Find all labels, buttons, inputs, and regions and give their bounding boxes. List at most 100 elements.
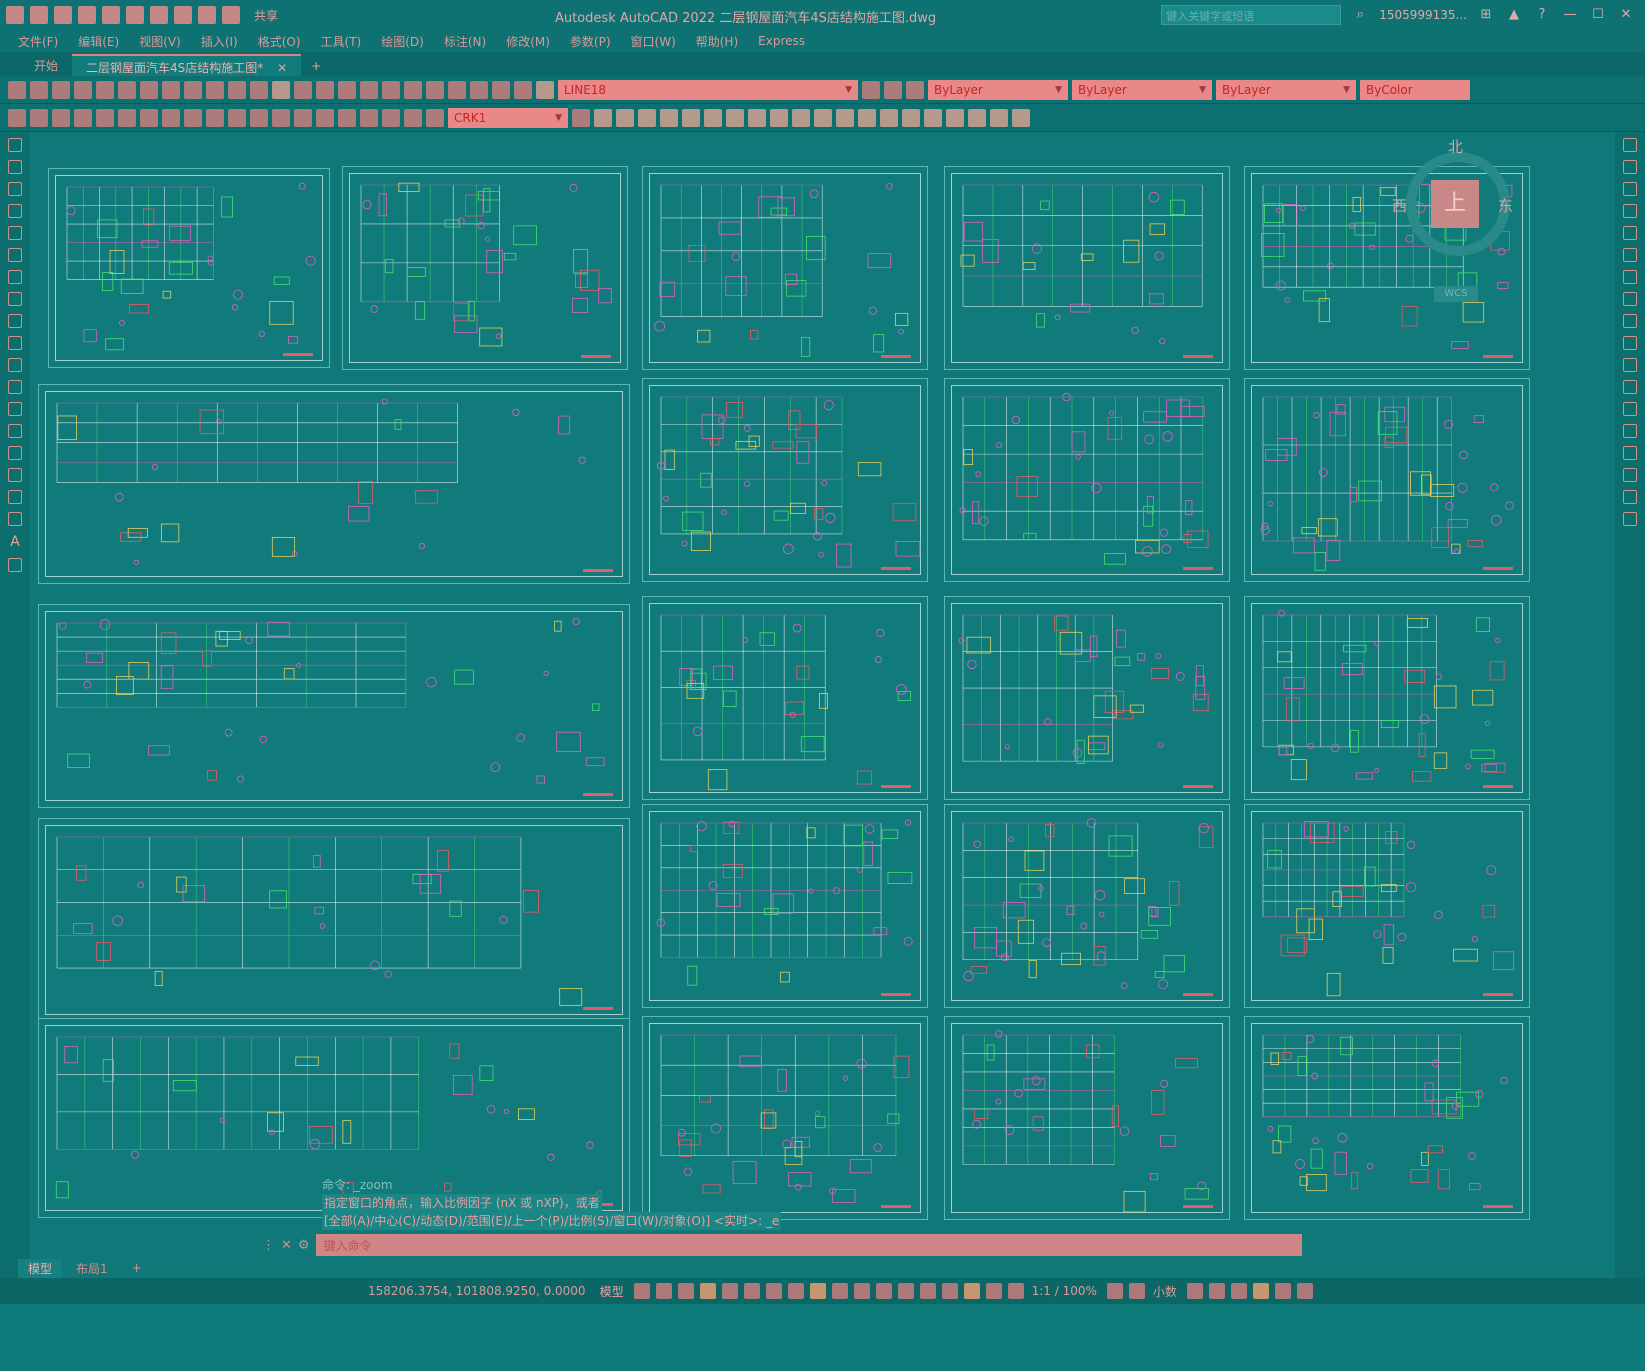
dim-style-icon[interactable] [572, 108, 590, 127]
copy-icon[interactable] [162, 80, 180, 99]
menu-modify[interactable]: 修改(M) [506, 33, 550, 50]
menu-tools[interactable]: 工具(T) [321, 33, 362, 50]
layer-properties-icon[interactable] [514, 80, 532, 99]
make-block-icon[interactable] [8, 402, 22, 416]
redo-toolbar-icon[interactable] [250, 80, 268, 99]
block-insert-icon[interactable] [836, 108, 854, 127]
menu-parametric[interactable]: 参数(P) [570, 33, 611, 50]
open-from-web-icon[interactable] [126, 6, 144, 24]
insert-block-icon[interactable] [8, 380, 22, 394]
polygon-icon[interactable] [8, 204, 22, 218]
fillet-icon[interactable] [1623, 468, 1637, 482]
polyline-icon[interactable] [8, 182, 22, 196]
view-bottom-icon[interactable] [638, 108, 656, 127]
dim-style-dropdown[interactable]: CRK1 ▼ [448, 107, 568, 128]
dim-ordinate-icon[interactable] [74, 108, 92, 127]
chamfer-icon[interactable] [1623, 446, 1637, 460]
quick-dim-icon[interactable] [184, 108, 202, 127]
viewcube[interactable]: 北 西 东 上 WCS [1392, 138, 1518, 302]
units-readout[interactable]: 小数 [1153, 1283, 1177, 1300]
menu-view[interactable]: 视图(V) [139, 33, 181, 50]
spline-icon[interactable] [8, 314, 22, 328]
markup-icon[interactable] [448, 80, 466, 99]
dim-arc-icon[interactable] [52, 108, 70, 127]
scale-icon[interactable] [1623, 292, 1637, 306]
tab-close-icon[interactable]: ✕ [277, 61, 287, 75]
layer-state-icon[interactable] [536, 80, 554, 99]
circle-icon[interactable] [8, 270, 22, 284]
menu-edit[interactable]: 编辑(E) [78, 33, 119, 50]
drawing-sheet-20[interactable] [944, 1016, 1230, 1220]
center-mark-icon[interactable] [316, 108, 334, 127]
annotation-monitor-icon[interactable] [1128, 1283, 1145, 1299]
add-selected-icon[interactable] [8, 558, 22, 572]
autodesk-app-icon[interactable]: ▲ [1505, 6, 1523, 24]
xref-icon[interactable] [880, 108, 898, 127]
drawing-sheet-2[interactable] [342, 166, 628, 370]
extend-icon[interactable] [1623, 358, 1637, 372]
drawing-sheet-9[interactable] [1244, 378, 1530, 582]
cart-icon[interactable]: ⊞ [1477, 6, 1495, 24]
dim-break-icon[interactable] [272, 108, 290, 127]
drawing-sheet-8[interactable] [944, 378, 1230, 582]
tab-layout1[interactable]: 布局1 [66, 1259, 118, 1278]
move-icon[interactable] [1623, 248, 1637, 262]
zoom-previous-icon[interactable] [338, 80, 356, 99]
array-icon[interactable] [1623, 226, 1637, 240]
publish-icon[interactable] [118, 80, 136, 99]
drawing-sheet-14[interactable] [38, 818, 630, 1022]
menu-window[interactable]: 窗口(W) [631, 33, 676, 50]
menu-format[interactable]: 格式(O) [258, 33, 301, 50]
ucs-icon[interactable] [946, 108, 964, 127]
annotation-visibility-icon[interactable] [985, 1283, 1002, 1299]
view-left-icon[interactable] [660, 108, 678, 127]
3d-object-snap-icon[interactable] [897, 1283, 914, 1299]
grid-icon[interactable] [633, 1283, 650, 1299]
view-right-icon[interactable] [682, 108, 700, 127]
view-back-icon[interactable] [726, 108, 744, 127]
menu-help[interactable]: 帮助(H) [696, 33, 738, 50]
save-icon[interactable] [78, 6, 96, 24]
design-center-icon[interactable] [382, 80, 400, 99]
inspection-icon[interactable] [338, 108, 356, 127]
drawing-sheet-6[interactable] [38, 384, 630, 584]
stretch-icon[interactable] [1623, 314, 1637, 328]
dim-space-icon[interactable] [250, 108, 268, 127]
dim-radius-icon[interactable] [96, 108, 114, 127]
drawing-sheet-11[interactable] [642, 596, 928, 800]
help-search-input[interactable]: 键入关键字或短语 [1161, 5, 1342, 25]
add-layout-button[interactable]: + [122, 1260, 152, 1276]
clean-screen-icon[interactable] [1274, 1283, 1291, 1299]
snap-icon[interactable] [655, 1283, 672, 1299]
blend-curves-icon[interactable] [1623, 490, 1637, 504]
pan-icon[interactable] [272, 80, 290, 99]
save-toolbar-icon[interactable] [52, 80, 70, 99]
new-tab-button[interactable]: + [301, 56, 331, 76]
paste-icon[interactable] [184, 80, 202, 99]
erase-icon[interactable] [1623, 138, 1637, 152]
view-front-icon[interactable] [704, 108, 722, 127]
dim-linear-icon[interactable] [8, 108, 26, 127]
break-icon[interactable] [1623, 402, 1637, 416]
auto-scale-icon[interactable] [1007, 1283, 1024, 1299]
view-ne-iso-icon[interactable] [792, 108, 810, 127]
zoom-realtime-icon[interactable] [294, 80, 312, 99]
menu-insert[interactable]: 插入(I) [201, 33, 238, 50]
hardware-acceleration-icon[interactable] [1252, 1283, 1269, 1299]
ellipse-icon[interactable] [8, 336, 22, 350]
drawing-sheet-17[interactable] [1244, 804, 1530, 1008]
tolerance-icon[interactable] [294, 108, 312, 127]
layer-isolate-icon[interactable] [906, 80, 924, 99]
drawing-sheet-21[interactable] [1244, 1016, 1530, 1220]
mirror-icon[interactable] [1623, 182, 1637, 196]
undo-icon[interactable] [198, 6, 216, 24]
lineweight-icon[interactable] [831, 1283, 848, 1299]
ortho-icon[interactable] [721, 1283, 738, 1299]
drawing-sheet-16[interactable] [944, 804, 1230, 1008]
make-object-layer-current-icon[interactable] [862, 80, 880, 99]
sheet-set-icon[interactable] [426, 80, 444, 99]
lineweight-dropdown[interactable]: ByLayer ▼ [1216, 79, 1356, 100]
color-dropdown[interactable]: ByLayer ▼ [928, 79, 1068, 100]
match-properties-icon[interactable] [206, 80, 224, 99]
block-create-icon[interactable] [858, 108, 876, 127]
